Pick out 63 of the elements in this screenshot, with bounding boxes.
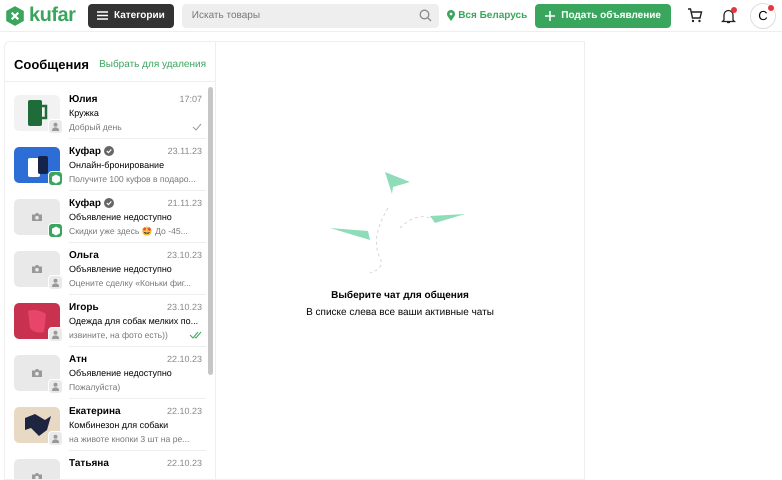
menu-icon bbox=[97, 11, 108, 20]
person-icon bbox=[51, 278, 60, 287]
chat-name: Игорь bbox=[69, 302, 99, 312]
profile-avatar[interactable]: С bbox=[750, 2, 776, 28]
empty-state-title: Выберите чат для общения bbox=[331, 290, 469, 301]
chat-name: Куфар bbox=[69, 198, 101, 208]
chat-name: Атн bbox=[69, 354, 88, 364]
chat-preview: Оцените сделку «Коньки фиг... bbox=[69, 278, 192, 288]
chat-name: Куфар bbox=[69, 146, 101, 156]
chat-preview: Пожалуйста) bbox=[69, 382, 120, 392]
chat-subject: Онлайн-бронирование bbox=[69, 160, 164, 170]
chat-date: 23.11.23 bbox=[168, 146, 202, 156]
scrollbar-thumb[interactable] bbox=[208, 87, 213, 375]
notifications-button[interactable] bbox=[719, 6, 738, 26]
chat-subject: Объявление недоступно bbox=[69, 264, 172, 274]
person-icon bbox=[51, 434, 60, 443]
chat-date: 17:07 bbox=[179, 94, 202, 104]
chat-name: Юлия bbox=[69, 94, 98, 104]
chat-preview: на животе кнопки 3 шт на ре... bbox=[69, 434, 190, 444]
camera-icon bbox=[31, 368, 43, 378]
categories-button[interactable]: Категории bbox=[88, 4, 174, 28]
empty-state-text: В списке слева все ваши активные чаты bbox=[306, 307, 494, 318]
chat-item[interactable]: Куфар 23.11.23 Онлайн-бронирование Получите 100 куфов в подаро... bbox=[14, 139, 206, 191]
chat-date: 22.10.23 bbox=[166, 354, 202, 364]
chat-date: 23.10.23 bbox=[166, 302, 202, 312]
chat-date: 22.10.23 bbox=[166, 458, 202, 468]
chat-date: 23.10.23 bbox=[166, 250, 202, 260]
cart-button[interactable] bbox=[685, 6, 705, 25]
chat-name: Ольга bbox=[69, 250, 99, 260]
messages-title: Сообщения bbox=[14, 57, 89, 72]
chat-item[interactable]: Атн 22.10.23 Объявление недоступно Пожалуйста) bbox=[14, 347, 206, 399]
chat-name: Татьяна bbox=[69, 458, 109, 468]
person-icon bbox=[51, 382, 60, 391]
chat-preview: Скидки уже здесь 🤩 До -45... bbox=[69, 226, 188, 236]
chat-item[interactable]: Татьяна 22.10.23 bbox=[14, 451, 206, 479]
chat-item[interactable]: Куфар 21.11.23 Объявление недоступно Скидки уже здесь 🤩 До -45... bbox=[14, 191, 206, 243]
camera-icon bbox=[31, 264, 43, 274]
chat-subject: Объявление недоступно bbox=[69, 368, 172, 378]
person-icon bbox=[51, 122, 60, 131]
search-icon bbox=[419, 8, 432, 22]
chat-date: 21.11.23 bbox=[168, 198, 202, 208]
person-icon bbox=[51, 330, 60, 339]
cart-icon bbox=[687, 8, 703, 23]
mug-icon bbox=[25, 98, 49, 128]
chat-subject: Комбинезон для собаки bbox=[69, 420, 168, 430]
chat-item[interactable]: Игорь 23.10.23 Одежда для собак мелких по... извините, на фото есть)) bbox=[14, 295, 206, 347]
chat-preview: извините, на фото есть)) bbox=[69, 330, 168, 340]
chat-subject: Кружка bbox=[69, 108, 99, 118]
chat-subject: Объявление недоступно bbox=[69, 212, 172, 222]
search-field[interactable]: Искать товары bbox=[182, 4, 440, 28]
bell-icon bbox=[721, 8, 736, 24]
chat-date: 22.10.23 bbox=[166, 406, 202, 416]
chat-item[interactable]: Екатерина 22.10.23 Комбинезон для собаки на животе кнопки 3 шт на ре... bbox=[14, 399, 206, 451]
pin-icon bbox=[447, 10, 456, 21]
chat-preview: Добрый день bbox=[69, 122, 122, 132]
plus-icon bbox=[545, 10, 556, 20]
logo-icon bbox=[4, 4, 26, 26]
chat-item[interactable]: Юлия 17:07 Кружка Добрый день bbox=[14, 87, 206, 139]
camera-icon bbox=[31, 212, 43, 222]
chat-subject: Одежда для собак мелких по... bbox=[69, 316, 198, 326]
chat-name: Екатерина bbox=[69, 406, 121, 416]
chat-preview: Получите 100 куфов в подаро... bbox=[69, 174, 196, 184]
chat-item[interactable]: Ольга 23.10.23 Объявление недоступно Оцените сделку «Коньки фиг... bbox=[14, 243, 206, 295]
